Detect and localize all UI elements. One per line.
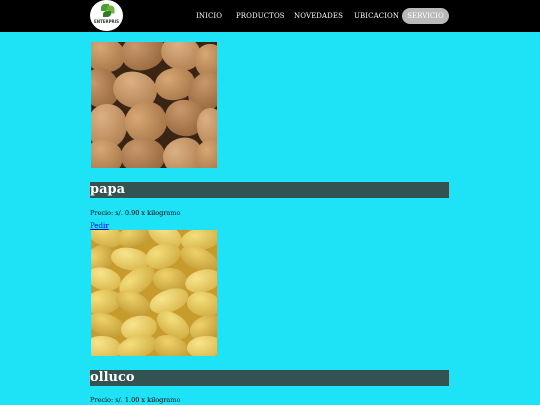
- nav-inicio[interactable]: INICIO: [196, 12, 222, 20]
- logo-text: ENTERPRIS: [93, 19, 119, 24]
- nav-servicio-button[interactable]: SERVICIO: [402, 8, 449, 24]
- product-price-olluco: Precio: s/. 1.00 x kilogramo: [90, 396, 181, 404]
- tuber-shape: [121, 138, 165, 168]
- potatoes-image: [91, 42, 217, 168]
- logo[interactable]: ENTERPRIS: [90, 0, 123, 31]
- product-title-papa: papa: [90, 182, 449, 198]
- tuber-shape: [186, 334, 217, 356]
- top-navbar: ENTERPRIS INICIO PRODUCTOS NOVEDADES UBI…: [0, 0, 540, 32]
- leaf-icon: [103, 11, 111, 17]
- product-title-olluco: olluco: [90, 370, 449, 386]
- nav-productos[interactable]: PRODUCTOS: [236, 12, 285, 20]
- order-link-papa[interactable]: Pedir: [90, 222, 109, 230]
- olluco-image: [91, 230, 217, 356]
- nav-ubicacion[interactable]: UBICACION: [354, 12, 399, 20]
- nav-novedades[interactable]: NOVEDADES: [294, 12, 343, 20]
- product-price-papa: Precio: s/. 0.90 x kilogramo: [90, 209, 181, 217]
